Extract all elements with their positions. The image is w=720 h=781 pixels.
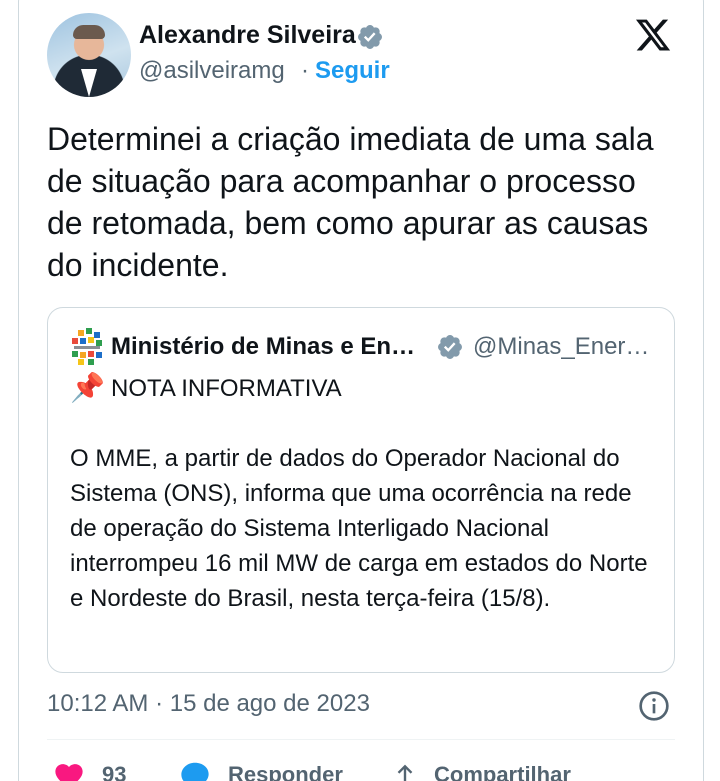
- share-arrow-icon: [397, 764, 413, 781]
- quoted-tweet[interactable]: Ministério de Minas e En… @Minas_Ener… 📌…: [47, 307, 675, 673]
- reply-button[interactable]: Responder: [178, 760, 343, 781]
- speech-bubble-icon: [181, 762, 209, 781]
- quoted-author-name[interactable]: Ministério de Minas e En…: [111, 333, 415, 361]
- pushpin-icon: 📌: [70, 372, 105, 403]
- avatar[interactable]: [47, 13, 131, 97]
- share-label: Compartilhar: [434, 762, 571, 781]
- divider: [47, 739, 675, 740]
- author-name[interactable]: Alexandre Silveira: [139, 21, 356, 50]
- reply-label: Responder: [228, 762, 343, 781]
- tweet-timestamp[interactable]: 10:12 AM · 15 de ago de 2023: [47, 690, 370, 718]
- verified-badge-icon: [438, 335, 462, 359]
- like-count: 93: [102, 762, 127, 781]
- x-logo-icon[interactable]: [634, 16, 672, 54]
- quoted-title: NOTA INFORMATIVA: [111, 375, 342, 402]
- quoted-author-handle[interactable]: @Minas_Ener…: [473, 333, 649, 361]
- like-button[interactable]: 93: [52, 760, 126, 781]
- separator-dot: ·: [301, 57, 309, 84]
- follow-button[interactable]: Seguir: [315, 57, 390, 85]
- author-handle[interactable]: @asilveiramg: [139, 57, 285, 85]
- ministry-logo-icon: [72, 328, 102, 365]
- tweet-text: Determinei a criação imediata de uma sal…: [47, 121, 654, 283]
- share-button[interactable]: Compartilhar: [392, 760, 571, 781]
- heart-icon: [55, 764, 83, 781]
- info-icon[interactable]: [638, 690, 670, 722]
- quoted-body: O MME, a partir de dados do Operador Nac…: [70, 445, 648, 612]
- verified-badge-icon: [358, 25, 382, 49]
